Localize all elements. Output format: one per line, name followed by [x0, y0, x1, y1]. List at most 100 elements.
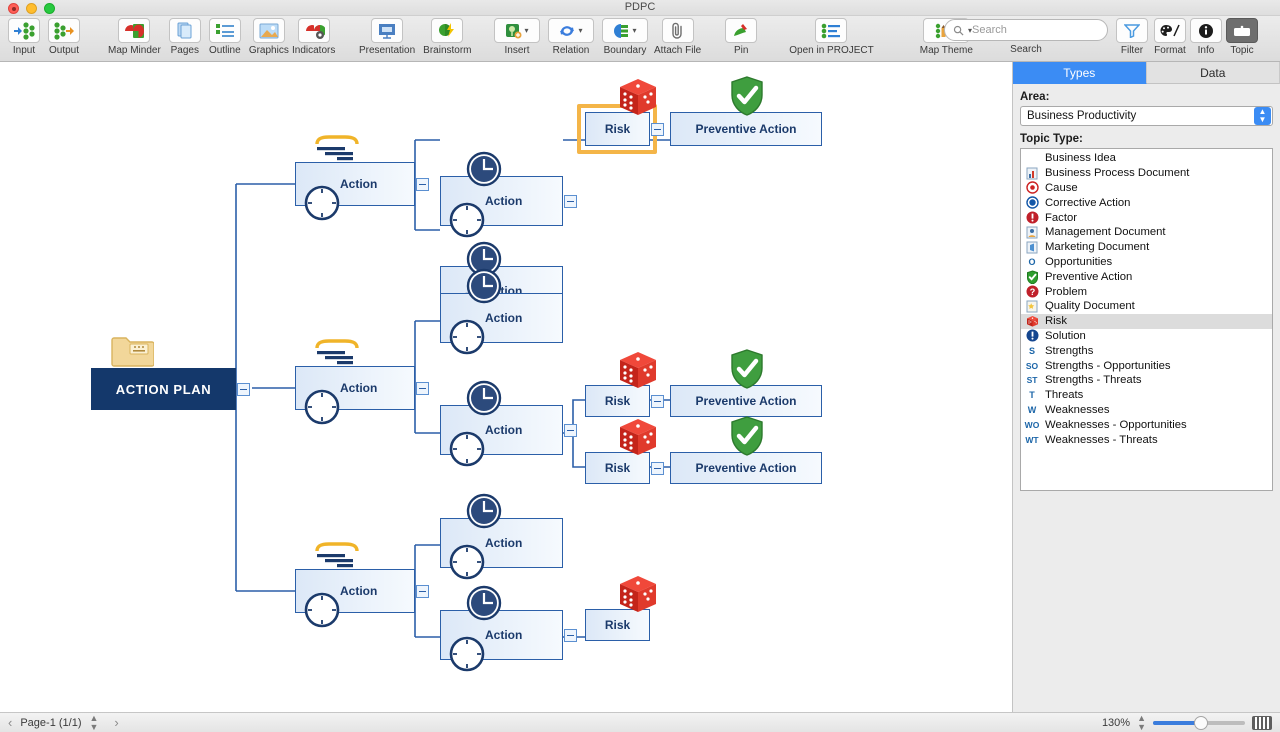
toolbar-button-info[interactable]: Info: [1188, 16, 1224, 56]
action-node-a2c1[interactable]: Action: [440, 268, 563, 355]
toolbar-button-indicators[interactable]: Indicators: [288, 16, 339, 56]
zoom-level: 130%: [1101, 716, 1131, 729]
toolbar-button-input[interactable]: Input: [4, 16, 44, 56]
area-select[interactable]: Business Productivity ▲ ▼: [1020, 106, 1273, 126]
letter-t-icon: T: [1029, 390, 1035, 401]
action-box[interactable]: Action: [295, 569, 415, 628]
letter-s-icon: S: [1028, 345, 1035, 356]
filmstrip-icon[interactable]: [1252, 715, 1272, 730]
toolbar-label: Graphics: [248, 45, 289, 56]
risk-node-r4[interactable]: Risk: [585, 576, 656, 641]
page-stepper[interactable]: ▲ ▼: [90, 713, 99, 732]
mindmap-canvas[interactable]: ACTION PLAN Action Action Action Risk Pr…: [0, 62, 1012, 712]
toolbar-button-output[interactable]: Output: [44, 16, 84, 56]
collapse-toggle-a1c1[interactable]: [564, 195, 577, 208]
search-field[interactable]: ▾: [944, 19, 1108, 41]
collapse-toggle-a3c2[interactable]: [564, 629, 577, 642]
toolbar-button-outline[interactable]: Outline: [205, 16, 245, 56]
topic-type-row[interactable]: T Threats: [1021, 388, 1272, 403]
toolbar-button-relation[interactable]: ▾ Relation: [544, 16, 598, 56]
toolbar-button-brainstorm[interactable]: Brainstorm: [419, 16, 475, 56]
topic-type-row[interactable]: Business Idea: [1021, 151, 1272, 166]
collapse-toggle-r2[interactable]: [651, 395, 664, 408]
topic-type-row[interactable]: Business Process Document: [1021, 166, 1272, 181]
previous-page-button[interactable]: ‹: [0, 715, 20, 730]
collapse-toggle-a2c2[interactable]: [564, 424, 577, 437]
topic-type-row[interactable]: Cause: [1021, 181, 1272, 196]
toolbar-button-open-in-project[interactable]: Open in PROJECT: [785, 16, 877, 56]
risk-node-r1[interactable]: Risk: [585, 79, 664, 146]
topic-type-row[interactable]: O Opportunities: [1021, 255, 1272, 270]
action-node-a3[interactable]: Action: [295, 542, 429, 628]
topic-type-row[interactable]: Quality Document: [1021, 299, 1272, 314]
toolbar-button-filter[interactable]: Filter: [1112, 16, 1152, 56]
topic-type-row[interactable]: Risk: [1021, 313, 1272, 329]
preventive-node-p1[interactable]: Preventive Action: [670, 76, 822, 146]
topic-type-row[interactable]: Corrective Action: [1021, 195, 1272, 210]
action-node-a1[interactable]: Action: [295, 135, 429, 221]
panel-tabs: Types Data: [1013, 62, 1280, 84]
topic-type-row[interactable]: Factor: [1021, 210, 1272, 225]
root-node[interactable]: ACTION PLAN: [91, 337, 250, 410]
action-node-a2[interactable]: Action: [295, 339, 429, 425]
toolbar-label: Pin: [734, 45, 749, 56]
preventive-box[interactable]: Preventive Action: [670, 112, 822, 146]
topic-type-row[interactable]: SO Strengths - Opportunities: [1021, 358, 1272, 373]
relation-icon[interactable]: ▾: [548, 18, 594, 43]
collapse-toggle-r1[interactable]: [651, 123, 664, 136]
collapse-toggle-r3[interactable]: [651, 462, 664, 475]
collapse-toggle-a2[interactable]: [416, 382, 429, 395]
action-box[interactable]: Action: [295, 162, 415, 221]
toolbar-button-graphics[interactable]: Graphics: [245, 16, 293, 56]
node-label: Action: [340, 381, 378, 395]
topic-type-row[interactable]: Management Document: [1021, 225, 1272, 240]
zoom-stepper[interactable]: ▲ ▼: [1137, 713, 1146, 732]
collapse-toggle-a3[interactable]: [416, 585, 429, 598]
collapse-toggle-a1[interactable]: [416, 178, 429, 191]
topic-type-row[interactable]: WO Weaknesses - Opportunities: [1021, 417, 1272, 432]
toolbar-button-presentation[interactable]: Presentation: [355, 16, 419, 56]
tab-types[interactable]: Types: [1013, 62, 1147, 84]
topic-type-row[interactable]: Preventive Action: [1021, 269, 1272, 284]
toolbar-button-map-minder[interactable]: Map Minder: [104, 16, 165, 56]
topic-type-label: Weaknesses - Opportunities: [1045, 418, 1187, 431]
risk-node-r3[interactable]: Risk: [585, 419, 664, 484]
action-node-a3c2[interactable]: Action: [440, 585, 577, 672]
topic-type-row[interactable]: Marketing Document: [1021, 240, 1272, 255]
toolbar-button-boundary[interactable]: ▾ Boundary: [598, 16, 652, 56]
topic-type-row[interactable]: ? Problem: [1021, 284, 1272, 299]
action-node-a1c1[interactable]: Action: [440, 151, 577, 238]
tab-data[interactable]: Data: [1146, 62, 1280, 84]
outline-icon: [208, 18, 241, 43]
action-node-a3c1[interactable]: Action: [440, 493, 563, 580]
risk-node-r2[interactable]: Risk: [585, 352, 664, 417]
zoom-slider-knob[interactable]: [1193, 715, 1208, 730]
search-input[interactable]: [972, 24, 1093, 36]
toolbar-button-pages[interactable]: Pages: [165, 16, 205, 56]
topic-type-row[interactable]: ST Strengths - Threats: [1021, 373, 1272, 388]
topic-type-row[interactable]: S Strengths: [1021, 343, 1272, 358]
search-icon: [953, 25, 964, 36]
preventive-node-p2[interactable]: Preventive Action: [670, 349, 822, 417]
topic-type-row[interactable]: W Weaknesses: [1021, 403, 1272, 418]
toolbar-button-attach-file[interactable]: Attach File: [650, 16, 705, 56]
toolbar-button-pin[interactable]: Pin: [721, 16, 761, 56]
topic-type-row[interactable]: Solution: [1021, 329, 1272, 344]
topic-type-row[interactable]: WT Weaknesses - Threats: [1021, 432, 1272, 447]
toolbar-button-topic[interactable]: Topic: [1224, 16, 1260, 56]
preventive-node-p3[interactable]: Preventive Action: [670, 416, 822, 484]
brainstorm-icon: [431, 18, 464, 43]
zoom-slider[interactable]: [1153, 715, 1245, 730]
toolbar-button-insert[interactable]: ▾ Insert: [490, 16, 544, 56]
chevron-updown-icon[interactable]: ▲ ▼: [1254, 107, 1271, 125]
toolbar-button-format[interactable]: Format: [1152, 16, 1188, 56]
node-label: Risk: [604, 394, 631, 408]
action-box[interactable]: Action: [295, 366, 415, 425]
next-page-button[interactable]: ›: [106, 715, 126, 730]
action-node-a2c2[interactable]: Action: [440, 380, 577, 467]
topic-type-list[interactable]: Business Idea Business Process Document Ca…: [1020, 148, 1273, 491]
open-in-project-icon: [815, 18, 848, 43]
collapse-toggle-root[interactable]: [237, 383, 250, 396]
insert-icon[interactable]: ▾: [494, 18, 540, 43]
boundary-icon[interactable]: ▾: [602, 18, 648, 43]
